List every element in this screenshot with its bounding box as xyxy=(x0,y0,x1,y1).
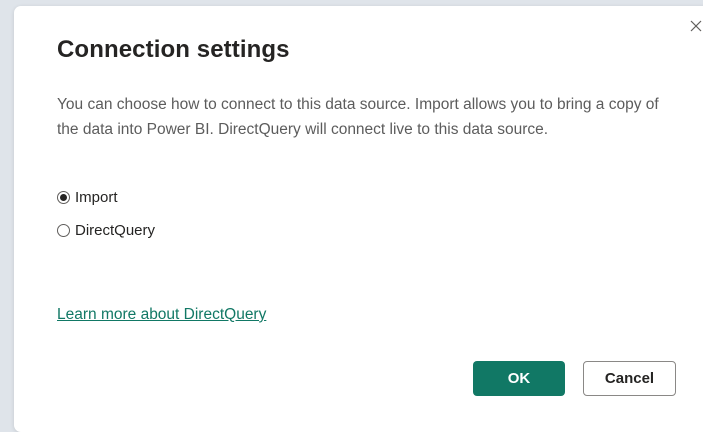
radio-label-directquery: DirectQuery xyxy=(75,221,156,239)
cancel-button[interactable]: Cancel xyxy=(583,361,676,396)
close-icon xyxy=(690,20,702,32)
radio-option-directquery[interactable]: DirectQuery xyxy=(57,219,155,241)
learn-more-link[interactable]: Learn more about DirectQuery xyxy=(57,306,266,324)
radio-import-checked[interactable] xyxy=(57,190,70,204)
connection-mode-radio-group: Import DirectQuery xyxy=(57,186,155,252)
connection-settings-dialog: Connection settings You can choose how t… xyxy=(14,6,703,432)
radio-option-import[interactable]: Import xyxy=(57,186,155,208)
ok-button[interactable]: OK xyxy=(473,361,565,396)
close-button[interactable] xyxy=(686,16,703,36)
dialog-description: You can choose how to connect to this da… xyxy=(57,96,659,138)
dialog-title: Connection settings xyxy=(57,36,290,63)
radio-directquery-unchecked[interactable] xyxy=(57,223,70,237)
radio-label-import: Import xyxy=(75,188,118,206)
